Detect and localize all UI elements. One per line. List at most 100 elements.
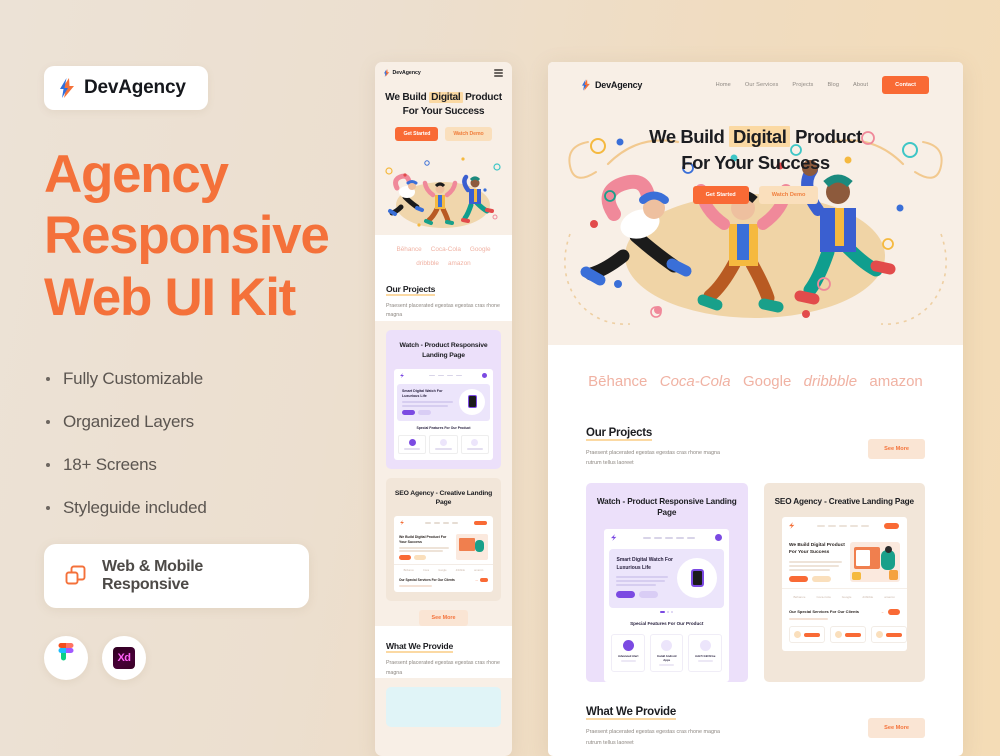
nav-link-blog[interactable]: Blog <box>827 82 839 88</box>
desktop-logo-text: DevAgency <box>595 80 643 90</box>
title-line-3: Web UI Kit <box>44 267 296 327</box>
brand-logo-behance: Bēhance <box>588 372 648 390</box>
nav-link-home[interactable]: Home <box>716 82 731 88</box>
hero-title-highlight: Digital <box>429 92 463 103</box>
mobile-projects-section: Our Projects Praesent placerated egestas… <box>375 275 512 322</box>
desktop-project-thumbnail: Smart Digital Watch For Luxurious Life S… <box>604 529 729 683</box>
desktop-provide-header: What We Provide Praesent placerated eges… <box>548 682 963 748</box>
provide-see-more-button[interactable]: See More <box>868 718 925 739</box>
desktop-service-cards <box>548 748 963 756</box>
brand-logo-pill: DevAgency <box>44 66 208 110</box>
desktop-hero-buttons: Get Started Watch Demo <box>548 186 963 205</box>
mobile-mockup: DevAgency We Build Digital Product For Y… <box>375 62 512 756</box>
mobile-project-card-seo[interactable]: SEO Agency - Creative Landing Page We Bu… <box>386 477 501 601</box>
hero-title-pre: We Build <box>385 92 430 103</box>
desktop-navbar: DevAgency Home Our Services Projects Blo… <box>548 62 963 108</box>
responsive-badge: Web & Mobile Responsive <box>44 544 309 609</box>
thumbnail-logo-icon <box>400 520 404 526</box>
adobe-xd-tool-button[interactable]: Xd <box>102 636 146 681</box>
mobile-project-card-title: Watch - Product Responsive Landing Page <box>399 342 488 359</box>
mobile-projects-paragraph: Praesent placerated egestas egestas cras… <box>386 302 500 319</box>
projects-see-more-button[interactable]: See More <box>868 439 925 459</box>
hero-title-pre: We Build <box>649 126 730 147</box>
brand-logo-text: DevAgency <box>84 77 186 98</box>
hero-title-post: Product <box>790 126 862 147</box>
figma-tool-button[interactable] <box>44 636 88 681</box>
brand-logo-dribbble: dribbble <box>416 259 439 267</box>
dancing-people-illustration <box>385 156 501 228</box>
hamburger-menu-icon[interactable] <box>494 69 503 77</box>
promo-panel: DevAgency Agency Responsive Web UI Kit F… <box>44 66 374 681</box>
desktop-hero: DevAgency Home Our Services Projects Blo… <box>548 62 963 345</box>
brand-logo-behance: Bēhance <box>396 245 422 253</box>
mobile-project-thumbnail: We Build Digital Product For Your Succes… <box>394 516 493 592</box>
thumbnail-logo-icon <box>788 522 795 530</box>
mobile-hero-title: We Build Digital Product For Your Succes… <box>375 91 512 119</box>
thumbnail-logo-icon <box>611 534 617 542</box>
watch-demo-button[interactable]: Watch Demo <box>445 126 492 141</box>
brand-logo-google: Google <box>469 245 491 253</box>
watch-demo-button[interactable]: Watch Demo <box>758 186 819 205</box>
thumbnail-logo-icon <box>400 372 404 378</box>
desktop-nav-menu: Home Our Services Projects Blog About Co… <box>716 76 929 94</box>
desktop-project-thumbnail: We Build Digital Product For Your Succes… <box>781 517 907 652</box>
mobile-hero-buttons: Get Started Watch Demo <box>375 126 512 141</box>
nav-link-about[interactable]: About <box>853 82 868 88</box>
list-item: Fully Customizable <box>44 368 374 391</box>
mobile-projects-heading: Our Projects <box>386 283 436 296</box>
desktop-provide-heading: What We Provide <box>586 706 676 721</box>
desktop-projects-header: Our Projects Praesent placerated egestas… <box>548 417 963 469</box>
brand-logo-dribbble: dribbble <box>803 372 858 390</box>
desktop-projects-paragraph: Praesent placerated egestas egestas cras… <box>586 450 720 467</box>
desktop-project-cards: Watch - Product Responsive Landing Page … <box>548 469 963 683</box>
brand-logo-cocacola: Coca-Cola <box>430 245 461 253</box>
desktop-brand-logos: Bēhance Coca-Cola Google dribbble amazon <box>548 345 963 417</box>
figma-icon <box>58 643 74 661</box>
lightning-bolt-icon <box>384 69 390 77</box>
list-item: 18+ Screens <box>44 454 374 477</box>
hero-title-highlight: Digital <box>729 126 791 147</box>
desktop-logo[interactable]: DevAgency <box>582 79 642 91</box>
desktop-provide-paragraph: Praesent placerated egestas egestas cras… <box>586 729 720 746</box>
mobile-project-card-watch[interactable]: Watch - Product Responsive Landing Page … <box>386 330 501 469</box>
adobe-xd-icon: Xd <box>113 647 135 670</box>
mobile-provide-paragraph: Praesent placerated egestas egestas cras… <box>386 659 500 676</box>
contact-button[interactable]: Contact <box>882 76 929 94</box>
desktop-project-card-watch[interactable]: Watch - Product Responsive Landing Page … <box>586 482 748 683</box>
desktop-project-card-title: SEO Agency - Creative Landing Page <box>774 496 914 506</box>
desktop-project-card-seo[interactable]: SEO Agency - Creative Landing Page We Bu… <box>763 482 925 683</box>
lightning-bolt-icon <box>582 79 590 91</box>
nav-link-our-services[interactable]: Our Services <box>745 82 779 88</box>
brand-logo-amazon: amazon <box>448 259 471 267</box>
feature-list: Fully Customizable Organized Layers 18+ … <box>44 368 374 520</box>
mobile-navbar: DevAgency <box>375 62 512 84</box>
desktop-project-card-title: Watch - Product Responsive Landing Page <box>596 496 737 518</box>
mobile-logo-text: DevAgency <box>392 70 421 76</box>
desktop-hero-title: We Build Digital Product For Your Succes… <box>548 124 963 175</box>
brand-logo-google: Google <box>742 372 792 390</box>
mobile-provide-section: What We Provide Praesent placerated eges… <box>375 625 512 679</box>
mobile-project-card-title: SEO Agency - Creative Landing Page <box>394 489 493 507</box>
responsive-badge-label: Web & Mobile Responsive <box>102 558 203 594</box>
title-line-2: Responsive <box>44 206 330 266</box>
list-item: Styleguide included <box>44 497 374 520</box>
desktop-projects-heading: Our Projects <box>586 427 653 441</box>
get-started-button[interactable]: Get Started <box>692 186 749 205</box>
mobile-hero-illustration <box>375 145 512 235</box>
responsive-devices-icon <box>65 565 86 585</box>
title-line-1: Agency <box>44 145 229 204</box>
hero-title-line2: For Your Success <box>681 151 830 173</box>
mobile-service-card[interactable] <box>386 687 501 728</box>
mobile-logo[interactable]: DevAgency <box>384 69 421 77</box>
tool-icon-group: Xd <box>44 636 374 681</box>
lightning-bolt-icon <box>60 78 74 98</box>
page-title: Agency Responsive Web UI Kit <box>44 144 374 328</box>
list-item: Organized Layers <box>44 411 374 434</box>
get-started-button[interactable]: Get Started <box>395 126 439 141</box>
nav-link-projects[interactable]: Projects <box>792 82 813 88</box>
mobile-brand-logos: Bēhance Coca-Cola Google dribbble amazon <box>375 234 512 276</box>
desktop-mockup: DevAgency Home Our Services Projects Blo… <box>548 62 963 756</box>
mobile-projects-see-more-button[interactable]: See More <box>418 609 469 626</box>
brand-logo-cocacola: Coca-Cola <box>659 372 731 390</box>
mobile-project-thumbnail: Smart Digital Watch For Luxurious Life S… <box>394 368 493 460</box>
